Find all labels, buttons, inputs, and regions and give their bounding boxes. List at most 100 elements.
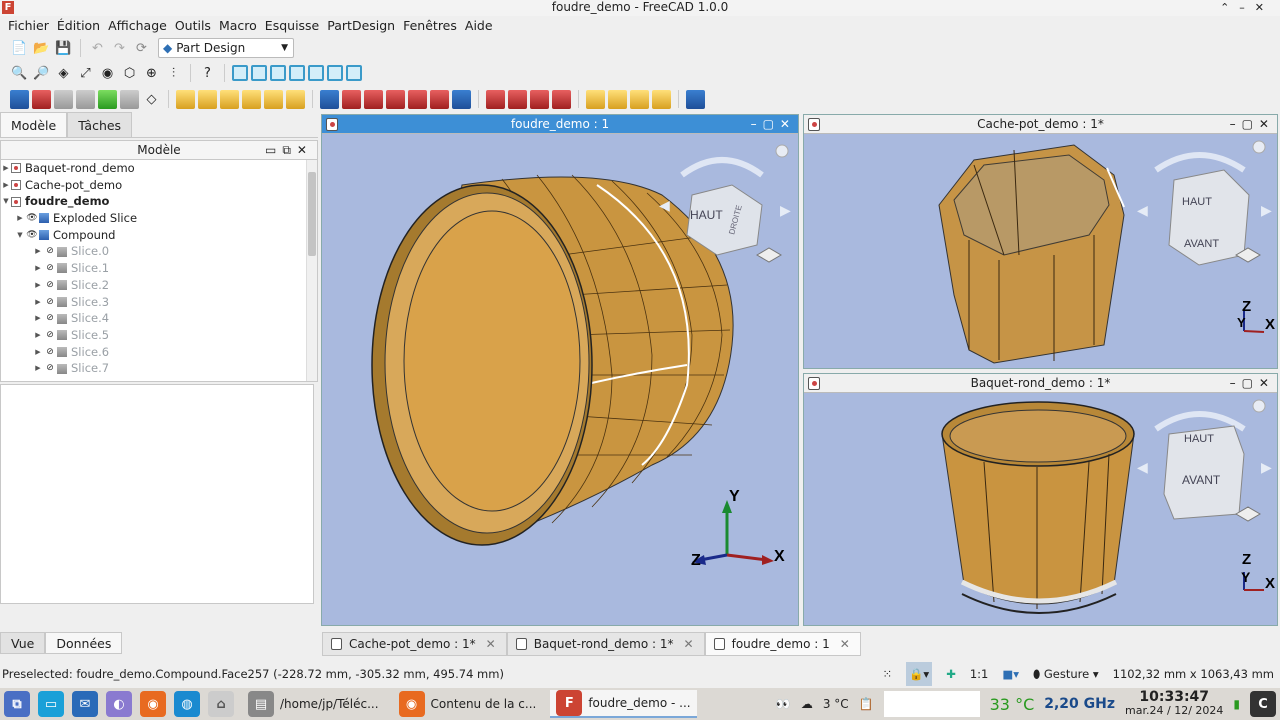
close-tab-icon[interactable]: ✕ bbox=[840, 637, 850, 651]
nav-cube-front-label[interactable]: AVANT bbox=[1182, 473, 1221, 487]
model-tree[interactable]: ▶ Baquet-rond_demo ▶ Cache-pot_demo ▼ foudr… bbox=[0, 160, 318, 382]
sprocket-icon[interactable] bbox=[686, 89, 705, 109]
menu-esquisse[interactable]: Esquisse bbox=[261, 16, 323, 35]
eye-hidden-icon[interactable]: ⊘ bbox=[43, 277, 57, 294]
tree-item[interactable]: ▶ ⊘ Slice.1 bbox=[1, 260, 317, 277]
window-controls[interactable]: ⌃–✕ bbox=[1220, 0, 1274, 15]
navigation-cube[interactable]: HAUT AVANT ▶ ◀ bbox=[1137, 399, 1272, 522]
tree-item[interactable]: ▼ foudre_demo bbox=[1, 193, 317, 210]
chamfer-icon[interactable] bbox=[508, 89, 527, 109]
view-baquet[interactable]: Baquet-rond_demo : 1* –▢✕ HAUT AVANT ▶ ◀ bbox=[803, 373, 1278, 626]
cachepot-3d-model[interactable]: HAUT AVANT ▶ ◀ Z Y X bbox=[804, 135, 1277, 369]
linear-pattern-icon[interactable] bbox=[608, 89, 627, 109]
menu-fichier[interactable]: Fichier bbox=[4, 16, 53, 35]
arrow-left-icon[interactable]: ◀ bbox=[1137, 460, 1148, 476]
tab-modele[interactable]: Modèle bbox=[0, 112, 68, 137]
eye-hidden-icon[interactable]: ⊘ bbox=[43, 344, 57, 361]
view-top-icon[interactable] bbox=[270, 65, 286, 81]
pipe-icon[interactable] bbox=[242, 89, 261, 109]
task-firefox[interactable]: ◉ Contenu de la c... bbox=[393, 690, 543, 718]
eye-icon[interactable]: 👁 bbox=[25, 227, 39, 244]
tree-item[interactable]: ▼ 👁 Compound bbox=[1, 227, 317, 244]
eye-hidden-icon[interactable]: ⊘ bbox=[43, 260, 57, 277]
zoom-fit-icon[interactable]: 🔍 bbox=[10, 64, 29, 83]
subtractive-pipe-icon[interactable] bbox=[408, 89, 427, 109]
subtractive-primitive-icon[interactable] bbox=[430, 89, 449, 109]
shape-binder-icon[interactable] bbox=[98, 89, 117, 109]
minimize-button[interactable]: – bbox=[1239, 1, 1255, 14]
menu-macro[interactable]: Macro bbox=[215, 16, 261, 35]
tab-taches[interactable]: Tâches bbox=[67, 112, 133, 137]
tree-item[interactable]: ▶ Cache-pot_demo bbox=[1, 177, 317, 194]
tree-item[interactable]: ▶ ⊘ Slice.6 bbox=[1, 344, 317, 361]
additive-primitive-icon[interactable] bbox=[286, 89, 305, 109]
tab-vue[interactable]: Vue bbox=[0, 632, 46, 654]
scale-label[interactable]: 1:1 bbox=[970, 662, 989, 686]
nav-cube-front-label[interactable]: AVANT bbox=[1184, 238, 1219, 250]
lock-icon[interactable]: 🔒▾ bbox=[906, 662, 933, 686]
view-window-buttons[interactable]: –▢✕ bbox=[751, 115, 796, 134]
firefox-icon[interactable]: ◉ bbox=[140, 691, 166, 717]
groove-icon[interactable] bbox=[364, 89, 383, 109]
subshape-binder-icon[interactable] bbox=[120, 89, 139, 109]
eyes-icon[interactable]: 👀 bbox=[776, 697, 791, 711]
home-icon[interactable]: ⌂ bbox=[208, 691, 234, 717]
view-iso-icon[interactable] bbox=[232, 65, 248, 81]
menu-outils[interactable]: Outils bbox=[171, 16, 215, 35]
stereo-icon[interactable]: ◉ bbox=[98, 64, 117, 83]
snap-icon[interactable]: ✚ bbox=[946, 662, 956, 686]
view-rear-icon[interactable] bbox=[308, 65, 324, 81]
browser-icon[interactable]: ◍ bbox=[174, 691, 200, 717]
arrow-left-icon[interactable]: ◀ bbox=[1137, 203, 1148, 219]
new-document-icon[interactable]: 📄 bbox=[10, 39, 29, 58]
multi-transform-icon[interactable] bbox=[652, 89, 671, 109]
create-sketch-icon[interactable] bbox=[32, 89, 51, 109]
desktop-icon[interactable]: ▭ bbox=[38, 691, 64, 717]
eye-hidden-icon[interactable]: ⊘ bbox=[43, 310, 57, 327]
shade-button[interactable]: ⌃ bbox=[1220, 1, 1239, 14]
draft-icon[interactable] bbox=[530, 89, 549, 109]
nav-cube-top-label[interactable]: HAUT bbox=[690, 208, 723, 222]
open-document-icon[interactable]: 📂 bbox=[32, 39, 51, 58]
refresh-icon[interactable]: ⟳ bbox=[132, 39, 151, 58]
thickness-icon[interactable] bbox=[552, 89, 571, 109]
session-icon[interactable]: C bbox=[1250, 691, 1276, 717]
draw-style-menu-icon[interactable]: ■▾ bbox=[1002, 662, 1019, 686]
measure-icon[interactable]: ⫶ bbox=[164, 64, 183, 83]
fillet-icon[interactable] bbox=[486, 89, 505, 109]
tree-item[interactable]: ▶ Baquet-rond_demo bbox=[1, 160, 317, 177]
nav-style-selector[interactable]: ⬮ Gesture ▾ bbox=[1033, 662, 1099, 686]
hole-icon[interactable] bbox=[342, 89, 361, 109]
baquet-3d-model[interactable]: HAUT AVANT ▶ ◀ Z Y X bbox=[804, 394, 1277, 626]
redo-icon[interactable]: ↷ bbox=[110, 39, 129, 58]
tree-item[interactable]: ▶ ⊘ Slice.2 bbox=[1, 277, 317, 294]
tree-item[interactable]: ▶ ⊘ Slice.4 bbox=[1, 310, 317, 327]
eye-hidden-icon[interactable]: ⊘ bbox=[43, 243, 57, 260]
clock[interactable]: 10:33:47 mar.24 / 12/ 2024 bbox=[1125, 690, 1223, 717]
view-cachepot[interactable]: Cache-pot_demo : 1* –▢✕ HAUT AVANT ▶ ◀ Z… bbox=[803, 114, 1278, 369]
pad-icon[interactable] bbox=[176, 89, 195, 109]
tree-item[interactable]: ▶ 👁 Exploded Slice bbox=[1, 210, 317, 227]
arrow-left-icon[interactable]: ◀ bbox=[659, 198, 670, 214]
grid-icon[interactable]: ⁙ bbox=[882, 662, 892, 686]
weather-temp[interactable]: 3 °C bbox=[823, 697, 849, 711]
menu-partdesign[interactable]: PartDesign bbox=[323, 16, 399, 35]
whats-this-icon[interactable]: ? bbox=[198, 64, 217, 83]
view-window-buttons[interactable]: –▢✕ bbox=[1230, 115, 1275, 134]
nav-cube-top-label[interactable]: HAUT bbox=[1182, 196, 1212, 208]
arrow-right-icon[interactable]: ▶ bbox=[1261, 460, 1272, 476]
tab-donnees[interactable]: Données bbox=[45, 632, 123, 654]
pocket-icon[interactable] bbox=[320, 89, 339, 109]
eye-hidden-icon[interactable]: ⊘ bbox=[43, 294, 57, 311]
menu-edition[interactable]: Édition bbox=[53, 16, 104, 35]
revolution-icon[interactable] bbox=[198, 89, 217, 109]
helix-icon[interactable] bbox=[264, 89, 283, 109]
panel-buttons[interactable]: ▭⧉✕ bbox=[265, 141, 313, 159]
view-bottom-icon[interactable] bbox=[327, 65, 343, 81]
menu-fenetres[interactable]: Fenêtres bbox=[399, 16, 461, 35]
weather-icon[interactable]: ☁ bbox=[801, 697, 813, 711]
eye-hidden-icon[interactable]: ⊘ bbox=[43, 327, 57, 344]
tree-item[interactable]: ▶ ⊘ Slice.3 bbox=[1, 294, 317, 311]
chat-icon[interactable]: ◐ bbox=[106, 691, 132, 717]
tree-scrollbar[interactable] bbox=[306, 160, 317, 381]
